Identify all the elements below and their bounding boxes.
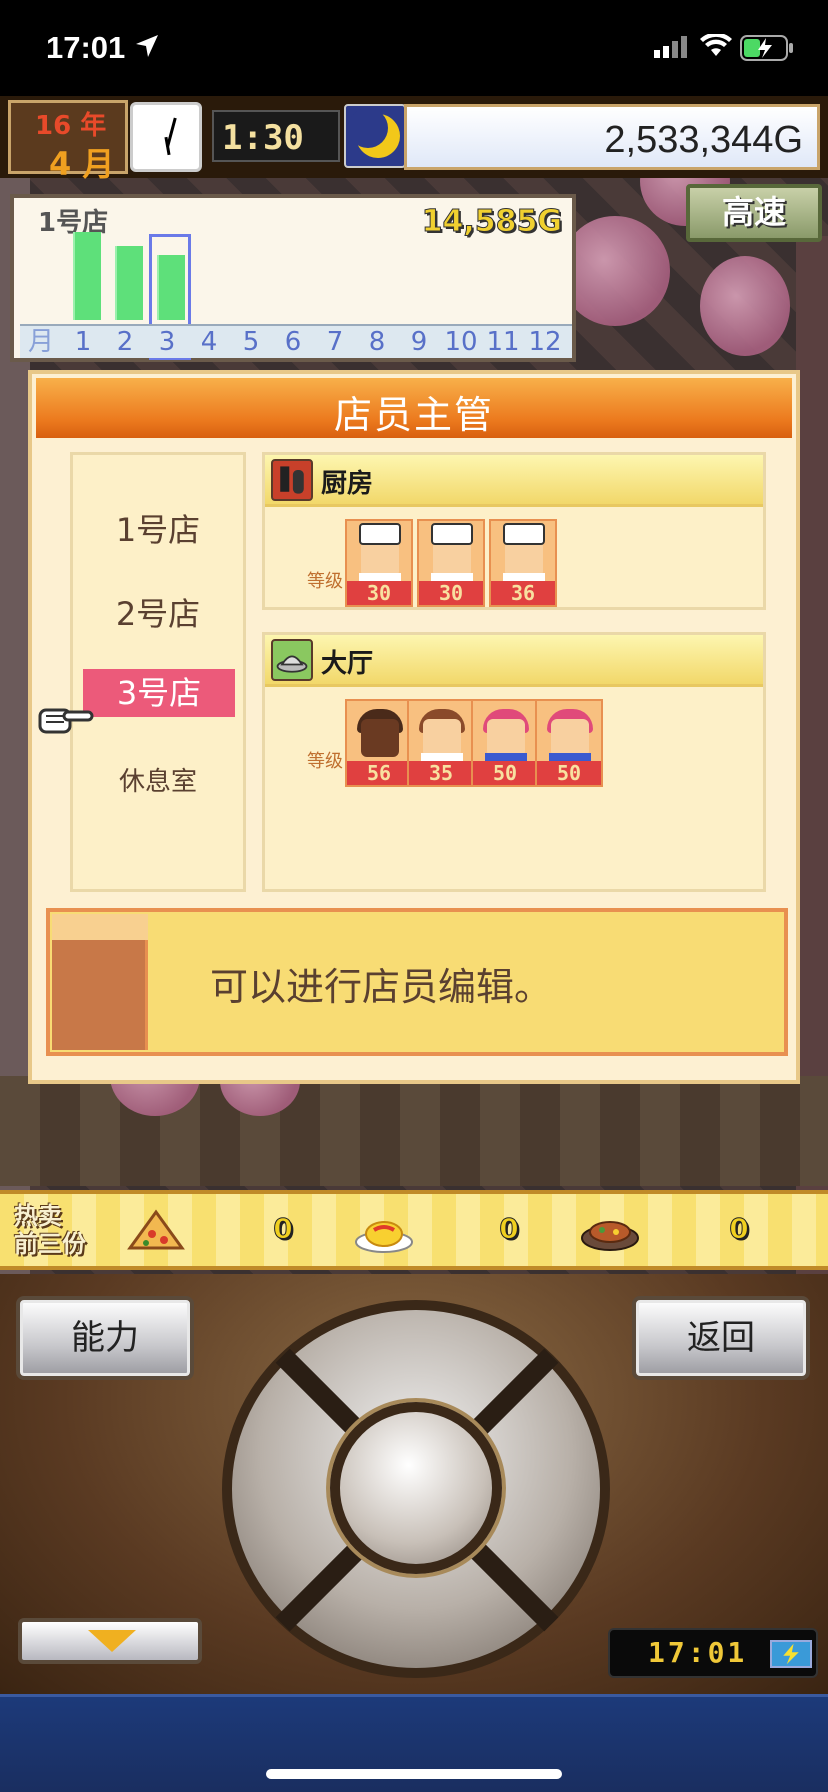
- wifi-icon: [700, 34, 732, 56]
- staff-monkey[interactable]: 56: [345, 699, 413, 787]
- time-display: 1:30: [212, 110, 340, 162]
- status-bar: 17:01: [0, 0, 828, 96]
- device-clock: 17:01: [608, 1628, 818, 1678]
- kitchen-knife-icon: [271, 459, 313, 501]
- staff-waitress[interactable]: 50: [471, 699, 539, 787]
- bestseller-label-line1: 热卖: [14, 1202, 62, 1230]
- home-indicator[interactable]: [266, 1769, 562, 1779]
- top-hud: 16 年 4 月 1:30 2,533,344G: [0, 96, 828, 183]
- cherry-tree: [700, 256, 790, 356]
- month-tick: 10: [444, 327, 478, 357]
- sales-chart-panel[interactable]: 1号店 14,585G 月 1 2 3 4 5 6 7 8 9 10 11 12: [10, 194, 576, 362]
- status-time: 17:01: [46, 30, 126, 65]
- staff-waitress[interactable]: 50: [535, 699, 603, 787]
- cherry-tree: [560, 216, 670, 326]
- staff-chef[interactable]: 30: [345, 519, 413, 607]
- message-box: 可以进行店员编辑。: [46, 908, 788, 1056]
- kitchen-label: 厨房: [321, 469, 374, 499]
- pointing-hand-icon: [38, 708, 94, 734]
- clock-icon: [130, 102, 202, 172]
- bestseller-strip: 热卖 前三份 0 0 0: [0, 1190, 828, 1270]
- shop-item-3-selected[interactable]: 3号店: [83, 669, 235, 717]
- level-label: 等级: [307, 571, 343, 592]
- month-tick: 6: [284, 327, 302, 357]
- home-bar-area: [0, 1694, 828, 1792]
- staff-level: 50: [537, 761, 601, 785]
- staff-level: 35: [409, 761, 473, 785]
- dialog-header: 店员主管: [36, 378, 792, 438]
- level-label: 等级: [307, 751, 343, 772]
- dpad-center-button[interactable]: [330, 1402, 502, 1574]
- staff-manager-dialog: 店员主管 1号店 2号店 3号店 休息室 厨房 等级 30 30 36 大厅 等…: [28, 370, 800, 1084]
- battery-charging-icon: [770, 1640, 812, 1668]
- dpad-control[interactable]: [222, 1300, 610, 1678]
- chevron-down-icon: [88, 1630, 136, 1652]
- sales-bar-month-2: [115, 246, 143, 320]
- hall-label: 大厅: [321, 649, 374, 679]
- bestseller-count: 0: [499, 1212, 519, 1246]
- speed-button[interactable]: 高速: [686, 184, 822, 242]
- device-clock-time: 17:01: [648, 1636, 748, 1669]
- collapse-button[interactable]: [18, 1618, 202, 1664]
- month-tick: 9: [410, 327, 428, 357]
- month-tick: 12: [528, 327, 562, 357]
- month-tick: 11: [486, 327, 520, 357]
- shop-item-2[interactable]: 2号店: [73, 589, 243, 635]
- staff-level: 36: [491, 581, 555, 605]
- staff-level: 30: [347, 581, 411, 605]
- year-label: 16 年: [35, 111, 107, 141]
- steak-icon: [581, 1221, 639, 1251]
- month-tick: 4: [200, 327, 218, 357]
- back-button[interactable]: 返回: [632, 1296, 810, 1380]
- bestseller-label: 热卖 前三份: [14, 1202, 104, 1258]
- month-tick: 3: [158, 327, 176, 357]
- sales-bars: [24, 232, 570, 320]
- staff-chef[interactable]: 30: [417, 519, 485, 607]
- shop-item-breakroom[interactable]: 休息室: [73, 761, 243, 798]
- month-tick: 5: [242, 327, 260, 357]
- message-text: 可以进行店员编辑。: [210, 965, 553, 1009]
- bestseller-label-line2: 前三份: [14, 1230, 86, 1258]
- pizza-icon: [127, 1209, 185, 1250]
- bestseller-count: 0: [729, 1212, 749, 1246]
- shop-list: 1号店 2号店 3号店 休息室: [70, 452, 246, 892]
- bestseller-count: 0: [273, 1212, 293, 1246]
- month-tick: 7: [326, 327, 344, 357]
- staff-waitress[interactable]: 35: [407, 699, 475, 787]
- location-arrow-icon: [136, 35, 158, 57]
- battery-charging-icon: [740, 35, 793, 61]
- month-tick: 2: [116, 327, 134, 357]
- control-panel: 能力 返回 17:01: [0, 1274, 828, 1694]
- month-axis: 月 1 2 3 4 5 6 7 8 9 10 11 12: [20, 324, 572, 358]
- staff-chef[interactable]: 36: [489, 519, 557, 607]
- kitchen-section: 厨房 等级 30 30 36: [262, 452, 766, 610]
- game-time: 1:30: [222, 118, 304, 158]
- speaker-portrait: [52, 914, 148, 1050]
- cellular-signal-icon: [654, 36, 687, 58]
- axis-label-month: 月: [27, 327, 54, 357]
- month-label: 4 月: [49, 145, 115, 183]
- month-tick: 8: [368, 327, 386, 357]
- date-display: 16 年 4 月: [8, 100, 128, 183]
- hall-header: 大厅: [265, 635, 763, 687]
- staff-level: 56: [347, 761, 411, 785]
- money-display: 2,533,344G: [404, 104, 820, 170]
- serving-tray-icon: [271, 639, 313, 681]
- shop-item-1[interactable]: 1号店: [73, 505, 243, 551]
- omelette-icon: [355, 1221, 413, 1253]
- hall-section: 大厅 等级 56 35 50 50: [262, 632, 766, 892]
- staff-level: 50: [473, 761, 537, 785]
- ability-button[interactable]: 能力: [16, 1296, 194, 1380]
- sales-bar-month-1: [73, 232, 101, 320]
- kitchen-header: 厨房: [265, 455, 763, 507]
- moon-icon: [344, 104, 406, 168]
- staff-level: 30: [419, 581, 483, 605]
- dialog-title: 店员主管: [333, 393, 494, 437]
- money-amount: 2,533,344G: [604, 119, 803, 161]
- month-tick: 1: [74, 327, 92, 357]
